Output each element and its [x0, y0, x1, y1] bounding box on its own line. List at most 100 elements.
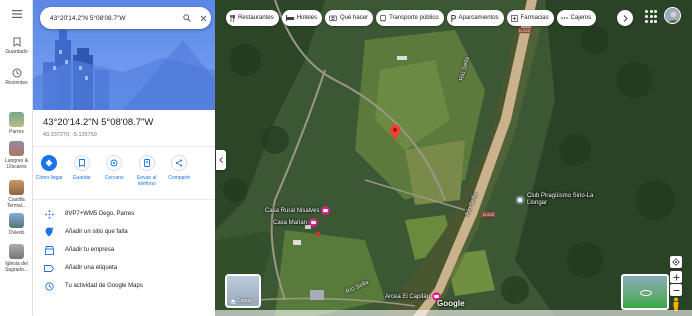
hotel-marker[interactable]: Casa Marian	[273, 218, 318, 227]
recent-item[interactable]: Castilla Termal...	[0, 180, 33, 209]
nearby-button[interactable]: Cercano	[98, 155, 131, 187]
zoom-in-button[interactable]	[670, 271, 682, 283]
bookmark-icon	[78, 159, 85, 167]
recent-thumbnail	[9, 244, 24, 259]
place-coordinates[interactable]: 43.337270, -5.135759	[43, 132, 97, 138]
chip-hotels[interactable]: Hoteles	[281, 10, 323, 26]
directions-button[interactable]: Cómo llegar	[33, 155, 66, 187]
apps-dot	[645, 10, 648, 13]
recent-thumbnail	[9, 112, 24, 127]
more-horiz-icon	[560, 17, 568, 19]
add-label-row[interactable]: Añadir una etiqueta	[33, 259, 215, 277]
recent-item[interactable]: Iglesia del Sagrado...	[0, 244, 33, 273]
chevron-left-icon	[219, 157, 223, 163]
nearby-circle	[106, 155, 123, 171]
bookmark-icon	[13, 37, 20, 47]
apps-dot	[649, 15, 653, 19]
google-apps-button[interactable]	[645, 10, 659, 24]
satellite-imagery	[215, 0, 692, 316]
send-to-phone-button[interactable]: Enviar al teléfono	[131, 155, 164, 187]
history-icon	[12, 68, 21, 78]
share-icon	[176, 159, 183, 167]
add-label-text: Añadir una etiqueta	[65, 265, 118, 271]
action-bar: Cómo llegar Guardar Cercano Enviar al te…	[33, 155, 215, 187]
send-to-phone-label: Enviar al teléfono	[137, 175, 157, 187]
search-icon	[183, 14, 191, 22]
hotel-pin-icon	[309, 218, 318, 227]
nearby-label: Cercano	[104, 175, 124, 181]
collapse-panel-button[interactable]	[216, 150, 226, 170]
recent-thumbnail	[9, 213, 24, 228]
maps-activity-row[interactable]: Tu actividad de Google Maps	[33, 277, 215, 295]
area-marker[interactable]: Arcea El Capitán	[385, 292, 441, 301]
recent-button[interactable]: Recientes	[0, 68, 33, 86]
directions-circle	[41, 155, 58, 171]
search-button[interactable]	[179, 14, 195, 22]
recent-label: Recientes	[5, 80, 28, 86]
360-icon	[640, 290, 652, 296]
chip-parking[interactable]: Aparcamientos	[446, 10, 504, 26]
layers-label: Capas	[237, 298, 252, 304]
chip-things-to-do[interactable]: Qué hacer	[325, 10, 374, 26]
place-marker[interactable]: Club Piragüismo Sirio-La Llongar	[515, 193, 597, 207]
saved-button[interactable]: Guardado	[0, 37, 33, 55]
recent-item[interactable]: Oviedo	[0, 213, 33, 236]
search-box[interactable]: 43°20'14.2"N 5°08'08.7"W	[40, 7, 211, 29]
apps-dot	[654, 20, 657, 24]
recent-item-label: Oviedo	[8, 230, 25, 236]
search-input[interactable]: 43°20'14.2"N 5°08'08.7"W	[50, 15, 179, 22]
my-location-button[interactable]	[670, 256, 682, 268]
location-pin-icon[interactable]	[389, 124, 401, 140]
recent-item-label: Iglesia del Sagrado...	[4, 261, 29, 273]
menu-button[interactable]	[0, 10, 33, 18]
directions-label: Cómo llegar	[35, 175, 63, 181]
chips-next-button[interactable]	[617, 10, 633, 26]
chip-pharmacies[interactable]: Farmacias	[506, 10, 554, 26]
camera-icon	[329, 15, 337, 21]
add-business-icon-wrap	[43, 245, 55, 255]
casa-marian-label: Casa Marian	[273, 219, 308, 226]
directions-icon	[45, 159, 53, 167]
phone-icon	[143, 159, 150, 167]
satellite-map[interactable]: Río Sella Río Sella N-625 N-625 Río Sell…	[215, 0, 692, 316]
chip-restaurants[interactable]: Restaurantes	[226, 10, 279, 26]
add-missing-place-text: Añadir un sitio que falta	[65, 229, 128, 235]
plus-code-icon-wrap	[43, 209, 55, 219]
chip-label: Restaurantes	[238, 15, 274, 21]
chip-atms[interactable]: Cajeros	[556, 10, 597, 26]
share-label: Compartir	[168, 175, 191, 181]
museum-pin-icon	[515, 195, 525, 205]
account-avatar[interactable]	[664, 7, 681, 24]
recent-item[interactable]: Langreo & Llíscares	[0, 141, 33, 170]
apps-dot	[649, 10, 653, 13]
save-button[interactable]: Guardar	[66, 155, 99, 187]
chip-transit[interactable]: Transporte público	[376, 10, 444, 26]
road-label: N-625	[482, 212, 495, 217]
chip-label: Qué hacer	[340, 15, 369, 21]
google-maps-app: Guardado Recientes Parres Langreo & Llís…	[0, 0, 692, 316]
send-circle	[138, 155, 155, 171]
recent-item-label: Parres	[9, 129, 24, 135]
area-label: Arcea El Capitán	[385, 293, 431, 300]
layers-button[interactable]: Capas	[225, 274, 261, 308]
apps-dot	[654, 15, 657, 19]
casa-rural-label: Casa Rural Nisalves	[265, 207, 320, 214]
info-rows: 8VP7+WM5 Dego, Parres Añadir un sitio qu…	[33, 205, 215, 295]
restaurant-icon	[230, 14, 235, 22]
maps-activity-text: Tu actividad de Google Maps	[65, 283, 143, 289]
apps-dot	[645, 20, 648, 24]
recent-item[interactable]: Parres	[0, 112, 33, 135]
chip-label: Transporte público	[389, 15, 439, 21]
recent-thumbnail	[9, 141, 24, 156]
pegman-icon[interactable]	[671, 297, 681, 311]
hotel-marker[interactable]: Casa Rural Nisalves	[265, 206, 331, 215]
share-button[interactable]: Compartir	[163, 155, 196, 187]
layers-icon	[230, 299, 236, 305]
recent-item-label: Langreo & Llíscares	[4, 158, 29, 170]
plus-code-row[interactable]: 8VP7+WM5 Dego, Parres	[33, 205, 215, 223]
add-missing-place-row[interactable]: Añadir un sitio que falta	[33, 223, 215, 241]
add-business-row[interactable]: Añadir tu empresa	[33, 241, 215, 259]
street-view-preview[interactable]	[621, 274, 669, 310]
clear-search-button[interactable]	[195, 15, 211, 22]
zoom-out-button[interactable]	[670, 284, 682, 296]
